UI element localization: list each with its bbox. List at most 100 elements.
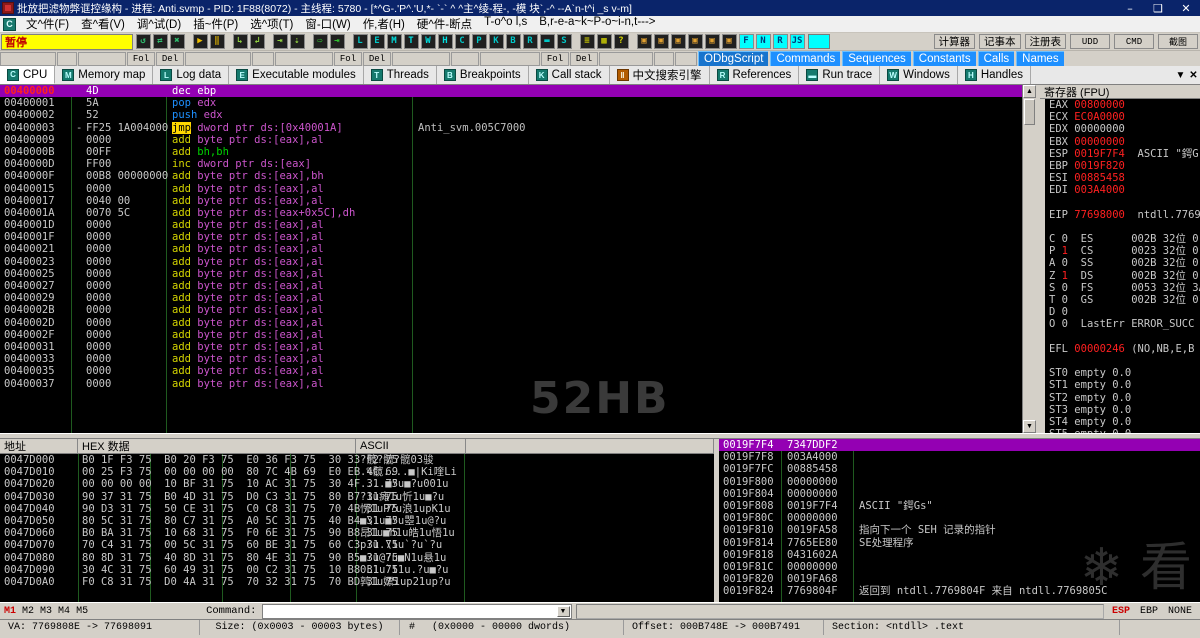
toolbar-color-swatch[interactable] [807, 34, 830, 49]
register-esi[interactable]: ESI 00885458 [1045, 172, 1200, 184]
disasm-row[interactable]: 0040000F 00B8 00000000 add byte ptr ds:[ea… [0, 170, 1036, 182]
stack-row[interactable]: 0019F7FC 00885458 [719, 463, 1200, 475]
subtoolbar-field-11[interactable] [451, 51, 479, 66]
disasm-row[interactable]: 00400025 0000 add byte ptr ds:[eax],al [0, 268, 1036, 280]
close-x-icon[interactable]: ✖ [169, 34, 185, 49]
restart-icon[interactable]: ↺ [135, 34, 151, 49]
toolbar-b-button[interactable]: B [505, 34, 521, 49]
register-st5[interactable]: ST5 empty 0.0 [1045, 428, 1200, 433]
attach-icon[interactable]: ▣ [670, 34, 686, 49]
toolbar-▬-button[interactable]: ▬ [539, 34, 555, 49]
register-spacer2[interactable] [1045, 221, 1200, 233]
dump-row[interactable]: 0047D060 B0 BA 31 75 10 68 31 75 F0 6E 31… [0, 527, 714, 539]
patches-icon[interactable]: ▣ [653, 34, 669, 49]
scroll-down-icon[interactable]: ▼ [1023, 420, 1036, 433]
toolbar-tool-0[interactable]: 计算器 [933, 34, 975, 49]
subtoolbar-field-10[interactable] [392, 51, 450, 66]
flag-z[interactable]: Z 1 DS 002B 32位 0(FFF [1045, 270, 1200, 282]
tab-handles[interactable]: H Handles [957, 66, 1032, 84]
subtoolbar-field-1[interactable] [57, 51, 77, 66]
menu-item-7[interactable]: 硬^件-断点 [411, 15, 478, 33]
tab-log-data[interactable]: L Log data [153, 66, 230, 84]
menu-item-2[interactable]: 调^试(D) [131, 15, 187, 33]
disasm-row[interactable]: 00400033 0000 add byte ptr ds:[eax],al [0, 353, 1036, 365]
toolbar-k-button[interactable]: K [488, 34, 504, 49]
register-st3[interactable]: ST3 empty 0.0 [1045, 404, 1200, 416]
chevron-down-icon[interactable]: ▼ [1174, 66, 1187, 84]
run-to-user-icon[interactable]: ⇥ [329, 34, 345, 49]
stack-row[interactable]: 0019F7F4 7347DDF2 [719, 439, 1200, 452]
register-edi[interactable]: EDI 003A4000 [1045, 184, 1200, 196]
disasm-row[interactable]: 0040002D 0000 add byte ptr ds:[eax],al [0, 317, 1036, 329]
flag-d[interactable]: D 0 [1045, 306, 1200, 318]
disassembly-pane[interactable]: 00400000 4D dec ebp 00400001 5A pop edx 004000… [0, 85, 1036, 433]
register-st0[interactable]: ST0 empty 0.0 [1045, 367, 1200, 379]
dump-row[interactable]: 0047D030 90 37 31 75 B0 4D 31 75 D0 C3 31… [0, 491, 714, 503]
dump-row[interactable]: 0047D070 70 C4 31 75 00 5C 31 75 60 BE 31… [0, 539, 714, 551]
subtoolbar-field-2[interactable] [78, 51, 126, 66]
disasm-row[interactable]: 00400035 0000 add byte ptr ds:[eax],al [0, 365, 1036, 377]
toolbar-tool-3[interactable]: UDD [1070, 34, 1110, 49]
toolbar-tool-4[interactable]: CMD [1114, 34, 1154, 49]
disasm-row[interactable]: 00400009 0000 add byte ptr ds:[eax],al [0, 134, 1036, 146]
layout-icon[interactable]: ▣ [687, 34, 703, 49]
list-icon[interactable]: ≡ [579, 34, 595, 49]
disasm-scrollbar[interactable]: ▲ ▼ [1022, 85, 1036, 433]
toolbar-js-button[interactable]: JS [789, 34, 805, 49]
toolbar-s-button[interactable]: S [556, 34, 572, 49]
flag-a[interactable]: A 0 SS 002B 32位 0(FFF [1045, 257, 1200, 269]
flag-p[interactable]: P 1 CS 0023 32位 0(FFF [1045, 245, 1200, 257]
flag-o[interactable]: O 0 LastErr ERROR_SUCC [1045, 318, 1200, 330]
script-tab-calls[interactable]: Calls [977, 51, 1015, 66]
subtoolbar-field-7[interactable] [275, 51, 333, 66]
disasm-row[interactable]: 0040002F 0000 add byte ptr ds:[eax],al [0, 329, 1036, 341]
stack-row[interactable]: 0019F80C 00000000 [719, 512, 1200, 524]
tab-memory-map[interactable]: M Memory map [55, 66, 154, 84]
tab-run-trace[interactable]: ▬ Run trace [799, 66, 881, 84]
window-split-icon[interactable]: ▣ [636, 34, 652, 49]
plugin-icon[interactable]: ▣ [704, 34, 720, 49]
subtoolbar-field-12[interactable] [480, 51, 540, 66]
register-st4[interactable]: ST4 empty 0.0 [1045, 416, 1200, 428]
back-icon[interactable]: ⇄ [152, 34, 168, 49]
dump-row[interactable]: 0047D020 00 00 00 00 10 BF 31 75 10 AC 31… [0, 478, 714, 490]
memory-bookmark-m5[interactable]: M5 [76, 606, 88, 617]
menu-item-6[interactable]: 作,者(H) [357, 15, 411, 33]
toolbar-r-button[interactable]: R [522, 34, 538, 49]
regflag-ebp[interactable]: EBP [1140, 606, 1158, 617]
trace-over-icon[interactable]: ⇣ [289, 34, 305, 49]
subtoolbar-field-17[interactable] [675, 51, 697, 66]
register-spacer3[interactable] [1045, 331, 1200, 343]
toolbar-c-button[interactable]: C [454, 34, 470, 49]
tab-call-stack[interactable]: K Call stack [528, 66, 610, 84]
toolbar-m-button[interactable]: M [386, 34, 402, 49]
disasm-row[interactable]: 0040000B 00FF add bh,bh [0, 146, 1036, 158]
tab-windows[interactable]: W Windows [880, 66, 958, 84]
register-st1[interactable]: ST1 empty 0.0 [1045, 379, 1200, 391]
register-esp[interactable]: ESP 0019F7F4 ASCII "鍔G [1045, 148, 1200, 160]
disasm-row[interactable]: 0040002B 0000 add byte ptr ds:[eax],al [0, 304, 1036, 316]
disasm-row[interactable]: 00400029 0000 add byte ptr ds:[eax],al [0, 292, 1036, 304]
dump-row[interactable]: 0047D090 30 4C 31 75 60 49 31 75 00 C2 31… [0, 564, 714, 576]
toolbar-h-button[interactable]: H [437, 34, 453, 49]
disasm-row[interactable]: 0040001F 0000 add byte ptr ds:[eax],al [0, 231, 1036, 243]
toolbar-l-button[interactable]: L [352, 34, 368, 49]
register-efl[interactable]: EFL 00000246 (NO,NB,E,B [1045, 343, 1200, 355]
stack-row[interactable]: 0019F804 00000000 [719, 488, 1200, 500]
stack-row[interactable]: 0019F7F8 003A4000 [719, 451, 1200, 463]
regflag-esp[interactable]: ESP [1112, 606, 1130, 617]
toolbar-w-button[interactable]: W [420, 34, 436, 49]
memory-bookmark-m2[interactable]: M2 [22, 606, 34, 617]
subtoolbar-del-button-14[interactable]: Del [570, 51, 598, 66]
script-tab-constants[interactable]: Constants [912, 51, 976, 66]
toolbar-t-button[interactable]: T [403, 34, 419, 49]
tab-threads[interactable]: T Threads [363, 66, 437, 84]
register-edx[interactable]: EDX 00000000 [1045, 123, 1200, 135]
toolbar-f-button[interactable]: F [738, 34, 754, 49]
menu-item-5[interactable]: 窗-口(W) [299, 15, 356, 33]
registers-pane[interactable]: 寄存器 (FPU) EAX 00800000 ECX EC0A0000 EDX 00… [1040, 85, 1200, 433]
subtoolbar-field-6[interactable] [252, 51, 274, 66]
script-tab-commands[interactable]: Commands [770, 51, 841, 66]
dump-row[interactable]: 0047D000 B0 1F F3 75 B0 20 F3 75 E0 36 F3… [0, 454, 714, 466]
toolbar-tool-2[interactable]: 注册表 [1024, 34, 1066, 49]
